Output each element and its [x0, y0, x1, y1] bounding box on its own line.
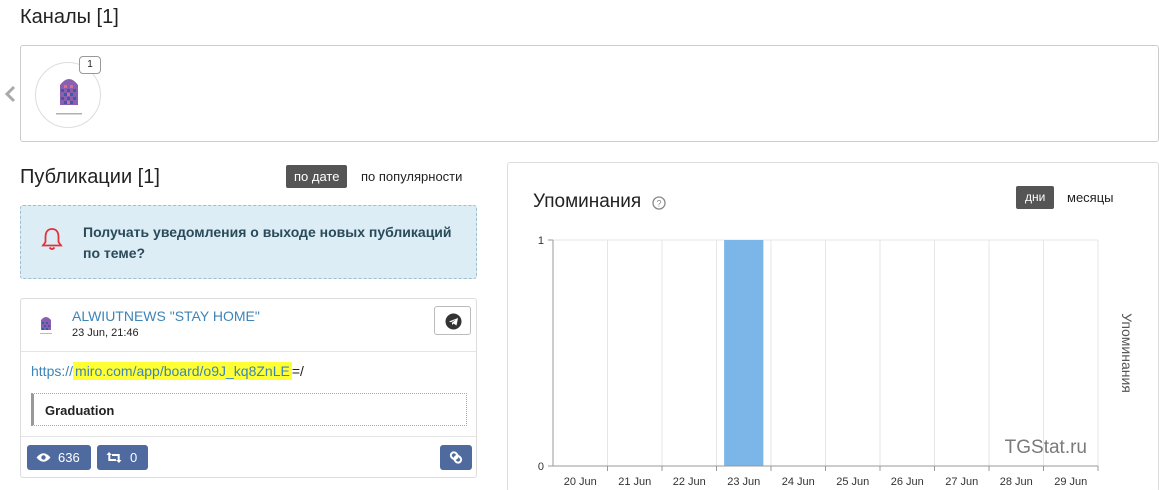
divider: [21, 351, 476, 352]
telegram-icon: [445, 313, 462, 330]
copy-link-button[interactable]: [440, 445, 472, 470]
views-button[interactable]: 636: [27, 445, 91, 470]
eye-icon: [36, 453, 51, 462]
channels-carousel: 1: [20, 45, 1159, 142]
channels-title: Каналы [1]: [20, 6, 119, 28]
x-tick-label: 27 Jun: [945, 476, 978, 488]
chevron-left-icon[interactable]: [4, 84, 16, 108]
post-quote: Graduation: [31, 393, 467, 426]
publications-title: Публикации [1]: [20, 166, 160, 188]
chart-watermark: TGStat.ru: [1005, 437, 1087, 458]
x-tick-label: 25 Jun: [836, 476, 869, 488]
x-tick-label: 24 Jun: [782, 476, 815, 488]
reposts-count: 0: [130, 450, 138, 465]
post-link-highlight[interactable]: miro.com/app/board/o9J_kq8ZnLE: [73, 362, 292, 380]
x-tick-label: 29 Jun: [1054, 476, 1087, 488]
post-text: https://miro.com/app/board/o9J_kq8ZnLE =/: [31, 362, 304, 380]
post-quote-text: Graduation: [45, 403, 115, 418]
reposts-button[interactable]: 0: [97, 445, 148, 470]
post-card: ALWIUTNEWS "STAY HOME" 23 Jun, 21:46 htt…: [20, 298, 477, 478]
sort-by-popularity-button[interactable]: по популярности: [361, 165, 462, 188]
x-tick-label: 23 Jun: [727, 476, 760, 488]
x-tick-label: 26 Jun: [891, 476, 924, 488]
notification-subscribe-box[interactable]: Получать уведомления о выходе новых публ…: [20, 205, 477, 279]
x-tick-label: 20 Jun: [564, 476, 597, 488]
post-link-prefix[interactable]: https://: [31, 363, 73, 379]
post-date: 23 Jun, 21:46: [72, 327, 139, 339]
channel-post-count: 1: [79, 56, 101, 74]
sort-by-date-button[interactable]: по дате: [286, 165, 348, 188]
mentions-chart: 0 1 20 Jun 21 Jun 22 Jun 23 Jun 24 Jun 25 Jun 26…: [538, 235, 1135, 488]
views-count: 636: [58, 450, 80, 465]
x-tick-label: 28 Jun: [1000, 476, 1033, 488]
open-in-telegram-button[interactable]: [434, 306, 471, 335]
link-icon: [449, 451, 463, 464]
y-tick-label: 0: [538, 461, 544, 473]
repost-icon: [106, 452, 122, 463]
x-tick-label: 22 Jun: [673, 476, 706, 488]
x-tick-label: 21 Jun: [618, 476, 651, 488]
bell-icon: [41, 226, 63, 252]
divider: [21, 436, 476, 437]
chart-bar: [724, 240, 764, 466]
notification-text: Получать уведомления о выходе новых публ…: [83, 224, 452, 261]
y-tick-label: 1: [538, 235, 544, 247]
channel-logo-icon[interactable]: [33, 311, 59, 337]
y-axis-title: Упоминания: [1119, 313, 1135, 393]
post-link-suffix: =/: [291, 363, 304, 379]
post-channel-link[interactable]: ALWIUTNEWS "STAY HOME": [72, 308, 260, 324]
